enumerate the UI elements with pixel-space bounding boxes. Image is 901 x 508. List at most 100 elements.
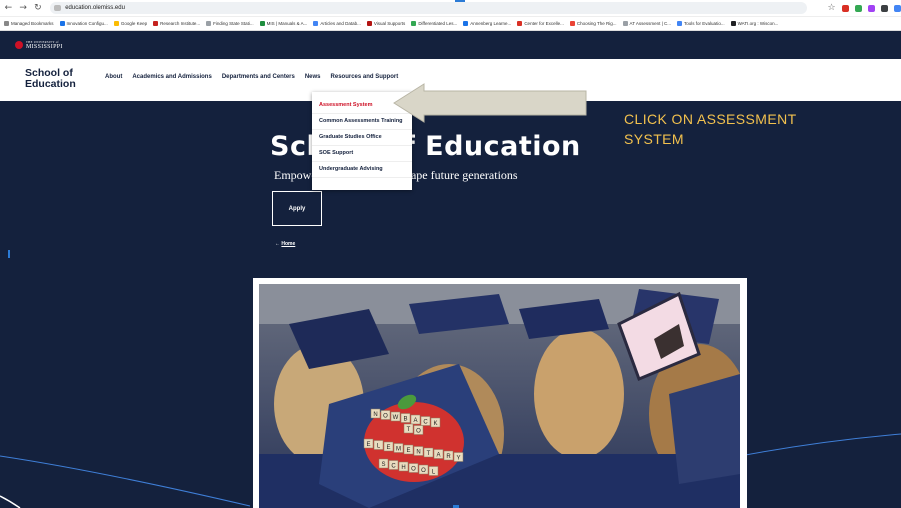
bookmark-icon — [366, 21, 372, 26]
bookmark-icon — [677, 21, 683, 26]
bookmark-label: Choosing The Rig... — [576, 21, 617, 26]
letter-tile-text: C — [391, 464, 396, 470]
extension-icon[interactable] — [881, 4, 889, 12]
bookmark-item[interactable]: Center for Excelle... — [517, 21, 564, 26]
letter-tile-text: C — [423, 420, 428, 426]
browser-toolbar: ← → ↻ education.olemiss.edu ☆ — [0, 0, 901, 17]
bookmark-item[interactable]: Tools for Evaluatio... — [677, 21, 725, 26]
site-info-icon[interactable] — [54, 5, 62, 11]
bookmark-icon — [463, 21, 469, 26]
logo-text: MISSISSIPPI — [26, 43, 63, 50]
bookmark-label: Finding State Stati... — [213, 21, 254, 26]
forward-icon[interactable]: → — [19, 3, 28, 13]
nav-link[interactable]: About — [105, 74, 122, 80]
bookmark-icon — [730, 21, 736, 26]
letter-tile-text: A — [436, 453, 440, 459]
address-bar[interactable]: education.olemiss.edu — [50, 2, 808, 14]
breadcrumb-home[interactable]: ← Home — [275, 241, 295, 247]
bookmark-icon — [206, 21, 212, 26]
bookmark-icon — [411, 21, 417, 26]
dropdown-item[interactable]: Graduate Studies Office — [312, 130, 412, 146]
bookmark-icon — [622, 21, 628, 26]
extension-icon[interactable] — [842, 4, 850, 12]
letter-tile-text: T — [427, 451, 431, 457]
bookmark-item[interactable]: Managed Bookmarks — [4, 21, 54, 26]
letter-tile-text: E — [406, 448, 410, 454]
dropdown-item[interactable]: SOE Support — [312, 146, 412, 162]
letter-tile-text: O — [421, 468, 426, 474]
bookmark-item[interactable]: Differentiated Les... — [411, 21, 457, 26]
bookmark-icon — [259, 21, 265, 26]
bookmark-item[interactable]: Innovation Configu... — [59, 21, 108, 26]
graduation-photo-illustration: N O W B A C KT OE L E M E N T A R YS C H O O L — [259, 284, 740, 508]
letter-tile-text: O — [416, 429, 421, 435]
site-header: THE UNIVERSITY of MISSISSIPPI — [0, 31, 901, 59]
letter-tile-text: H — [401, 465, 405, 471]
nav-link[interactable]: Academics and Admissions — [132, 74, 211, 80]
bookmark-label: AT Assessment | C... — [629, 21, 672, 26]
letter-tile-text: O — [383, 414, 388, 420]
bookmark-label: Google Keep — [120, 21, 148, 26]
letter-tile-text: E — [386, 445, 390, 451]
bookmark-label: Managed Bookmarks — [11, 21, 54, 26]
bookmark-icon — [517, 21, 523, 26]
annotation-arrow — [393, 83, 587, 123]
dropdown-item[interactable]: Undergraduate Advising — [312, 162, 412, 178]
extension-icon[interactable] — [894, 4, 901, 12]
letter-tile-text: B — [403, 417, 407, 423]
letter-tile-text: Y — [456, 456, 460, 462]
bookmark-label: Articles and Datab... — [320, 21, 361, 26]
extension-icon[interactable] — [868, 4, 876, 12]
bookmark-icon — [4, 21, 9, 26]
university-seal-icon — [15, 41, 23, 49]
bookmark-label: WATI.org : Wiscon... — [737, 21, 779, 26]
nav-link[interactable]: News — [305, 74, 321, 80]
nav-link[interactable]: Departments and Centers — [222, 74, 295, 80]
back-icon[interactable]: ← — [4, 3, 13, 13]
bookmark-icon — [569, 21, 575, 26]
bookmark-item[interactable]: Google Keep — [113, 21, 148, 26]
bookmark-item[interactable]: WATI.org : Wiscon... — [730, 21, 779, 26]
bookmark-label: Innovation Configu... — [66, 21, 108, 26]
bookmark-item[interactable]: Annenberg Learne... — [463, 21, 511, 26]
bookmark-item[interactable]: Articles and Datab... — [313, 21, 361, 26]
bookmark-item[interactable]: AT Assessment | C... — [622, 21, 672, 26]
screen-marker — [8, 250, 10, 258]
bookmark-icon — [153, 21, 159, 26]
letter-tile-text: S — [381, 462, 385, 468]
letter-tile-text: N — [416, 450, 420, 456]
school-title[interactable]: School of Education — [25, 68, 76, 90]
screen-marker — [455, 0, 465, 2]
bookmark-label: Differentiated Les... — [418, 21, 458, 26]
bookmark-label: MIS | Manuals & A... — [266, 21, 308, 26]
bookmark-item[interactable]: Research Institute... — [153, 21, 200, 26]
bookmark-item[interactable]: Choosing The Rig... — [569, 21, 617, 26]
graduation-photo: NOWBACKTOELEMENTARYSCHOOL — [259, 284, 740, 508]
letter-tile-text: A — [413, 418, 417, 424]
bookmark-icon — [59, 21, 65, 26]
letter-tile-text: N — [373, 412, 377, 418]
letter-tile-text: O — [411, 467, 416, 473]
nav-link[interactable]: Resources and Support — [331, 74, 399, 80]
bookmark-label: Annenberg Learne... — [470, 21, 512, 26]
extension-icon[interactable] — [855, 4, 863, 12]
bookmark-item[interactable]: Visual Supports — [366, 21, 406, 26]
letter-tile-text: E — [366, 442, 370, 448]
letter-tile-text: W — [393, 415, 399, 421]
letter-tile-text: M — [396, 447, 401, 453]
letter-tile-text: R — [446, 454, 451, 460]
reload-icon[interactable]: ↻ — [33, 3, 42, 13]
bookmark-item[interactable]: Finding State Stati... — [206, 21, 254, 26]
bookmark-item[interactable]: MIS | Manuals & A... — [259, 21, 308, 26]
bookmark-icon — [313, 21, 319, 26]
university-logo[interactable]: THE UNIVERSITY of MISSISSIPPI — [15, 40, 63, 50]
screen: ← → ↻ education.olemiss.edu ☆ Managed Bo… — [0, 0, 901, 508]
apply-button[interactable]: Apply — [272, 191, 322, 226]
url-text: education.olemiss.edu — [65, 5, 125, 11]
letter-tile-text: K — [433, 421, 437, 427]
bookmark-label: Tools for Evaluatio... — [684, 21, 725, 26]
extensions: ☆ — [827, 3, 901, 13]
bookmark-label: Visual Supports — [373, 21, 406, 26]
star-icon[interactable]: ☆ — [827, 3, 836, 13]
bookmarks-bar: Managed Bookmarks Innovation Configu... Go… — [0, 17, 901, 31]
